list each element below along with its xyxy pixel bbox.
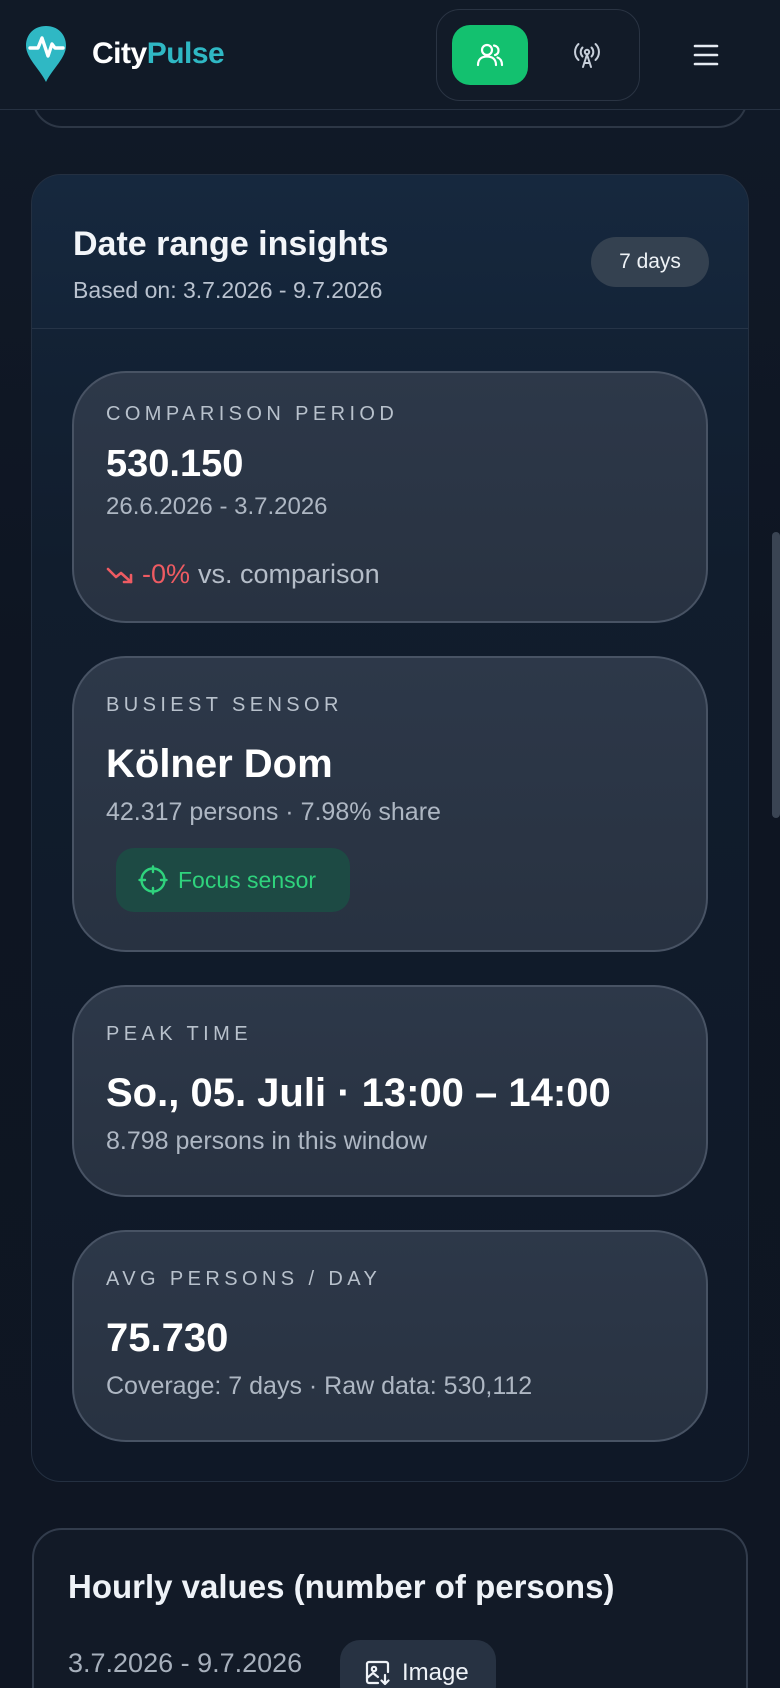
- export-image-label: Image: [402, 1659, 469, 1686]
- peak-label: PEAK TIME: [106, 1023, 252, 1045]
- insights-title: Date range insights: [73, 225, 389, 263]
- mode-toggle: [436, 9, 640, 101]
- hamburger-menu-icon: [693, 44, 719, 66]
- users-icon: [476, 43, 504, 67]
- peak-time-card: PEAK TIME So., 05. Juli · 13:00 – 14:00 …: [72, 985, 708, 1197]
- brand[interactable]: CityPulse: [24, 24, 225, 84]
- persons-mode-button[interactable]: [452, 25, 528, 85]
- page-scrollbar[interactable]: [772, 532, 780, 818]
- trend-down-icon: [106, 567, 133, 583]
- busiest-sensor-name: Kölner Dom: [106, 742, 333, 786]
- location-pulse-logo-icon: [26, 26, 66, 82]
- insights-based-on: Based on: 3.7.2026 - 9.7.2026: [73, 277, 383, 303]
- peak-time-value: So., 05. Juli · 13:00 – 14:00: [106, 1071, 611, 1115]
- hourly-values-card: Hourly values (number of persons) 3.7.20…: [32, 1528, 748, 1688]
- brand-name-pulse: Pulse: [146, 37, 225, 70]
- avg-persons-card: AVG PERSONS / DAY 75.730 Coverage: 7 day…: [72, 1230, 708, 1442]
- antenna-icon: [574, 43, 600, 68]
- comparison-period-card: COMPARISON PERIOD 530.150 26.6.2026 - 3.…: [72, 371, 708, 623]
- busiest-sensor-detail: 42.317 persons · 7.98% share: [106, 798, 441, 826]
- focus-sensor-label: Focus sensor: [178, 866, 317, 893]
- hourly-range: 3.7.2026 - 9.7.2026: [68, 1648, 303, 1678]
- brand-name: CityPulse: [92, 37, 225, 71]
- comparison-label: COMPARISON PERIOD: [106, 403, 399, 425]
- hourly-title: Hourly values (number of persons): [68, 1568, 615, 1605]
- brand-name-city: City: [92, 37, 147, 70]
- image-download-icon: [365, 1660, 390, 1686]
- export-image-button[interactable]: Image: [340, 1640, 496, 1688]
- peak-time-detail: 8.798 persons in this window: [106, 1127, 428, 1155]
- busiest-label: BUSIEST SENSOR: [106, 694, 343, 716]
- comparison-trend: -0% vs. comparison: [106, 559, 380, 590]
- insights-header: Date range insights Based on: 3.7.2026 -…: [32, 175, 748, 329]
- trend-value: -0%: [142, 559, 191, 589]
- avg-label: AVG PERSONS / DAY: [106, 1268, 382, 1290]
- app-header: CityPulse: [0, 0, 780, 110]
- sensors-mode-button[interactable]: [549, 25, 625, 85]
- focus-sensor-button[interactable]: Focus sensor: [116, 848, 350, 912]
- trend-text: vs. comparison: [198, 559, 380, 589]
- busiest-sensor-card: BUSIEST SENSOR Kölner Dom 42.317 persons…: [72, 656, 708, 952]
- menu-button[interactable]: [690, 35, 722, 75]
- avg-value: 75.730: [106, 1316, 229, 1360]
- avg-detail: Coverage: 7 days · Raw data: 530,112: [106, 1372, 533, 1400]
- page: CityPulse Date range insights Based on: …: [0, 0, 780, 1688]
- comparison-range: 26.6.2026 - 3.7.2026: [106, 493, 328, 520]
- comparison-value: 530.150: [106, 443, 244, 485]
- crosshair-icon: [138, 865, 168, 895]
- days-badge: 7 days: [591, 237, 709, 287]
- date-range-insights-panel: Date range insights Based on: 3.7.2026 -…: [31, 174, 749, 1482]
